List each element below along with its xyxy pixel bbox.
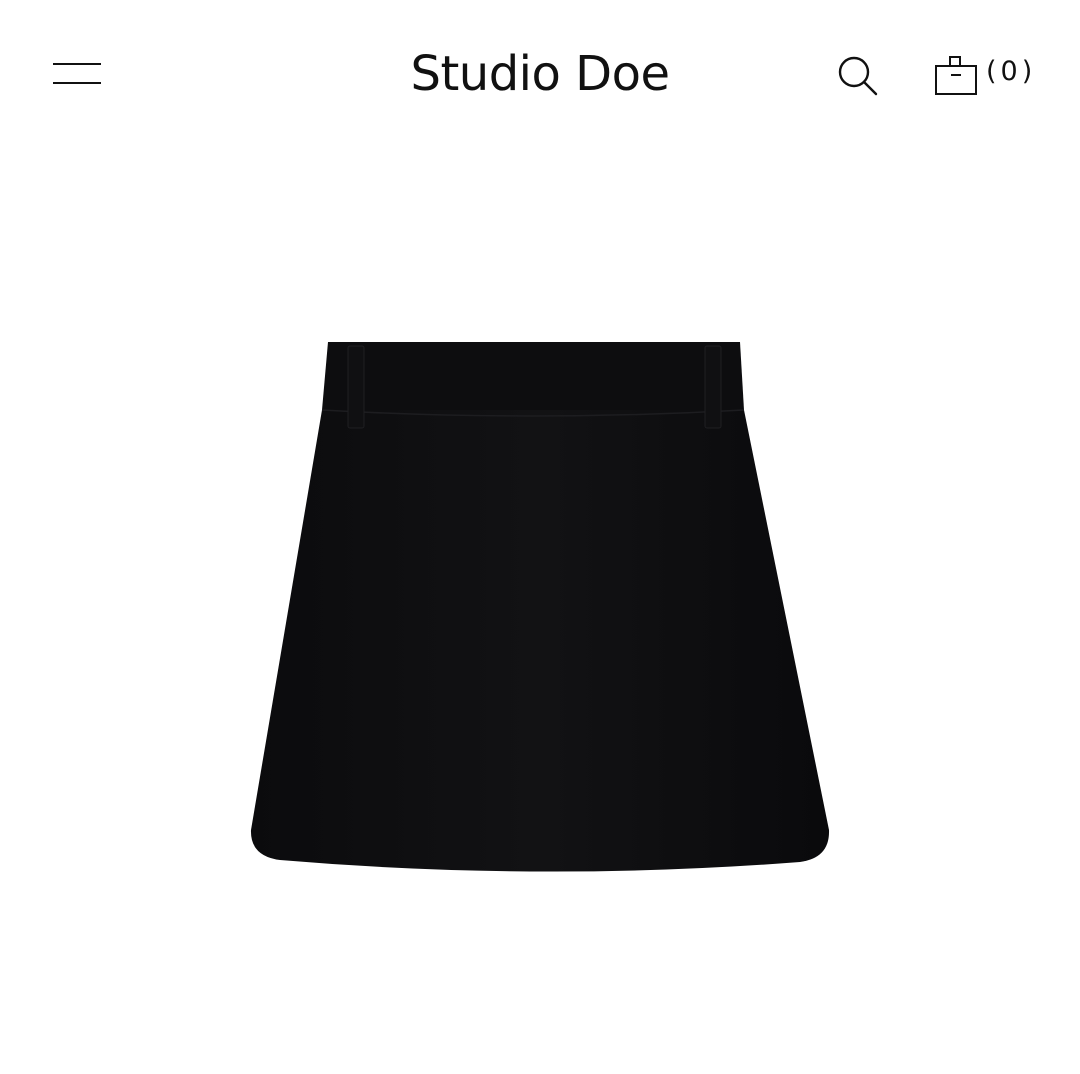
- shopping-bag-icon: [935, 56, 977, 95]
- hamburger-menu-icon-bottom-bar: [53, 82, 101, 84]
- site-header: Studio Doe (0): [0, 0, 1080, 150]
- black-mini-skirt-image: [250, 342, 830, 872]
- hamburger-menu-icon-top-bar: [53, 63, 101, 65]
- cart-button[interactable]: (0): [930, 48, 1050, 98]
- menu-button[interactable]: [50, 56, 106, 92]
- search-icon: [838, 56, 878, 96]
- cart-count: (0): [986, 56, 1037, 87]
- brand-logo[interactable]: Studio Doe: [340, 42, 740, 106]
- product-image[interactable]: [240, 330, 840, 880]
- search-button[interactable]: [832, 50, 882, 100]
